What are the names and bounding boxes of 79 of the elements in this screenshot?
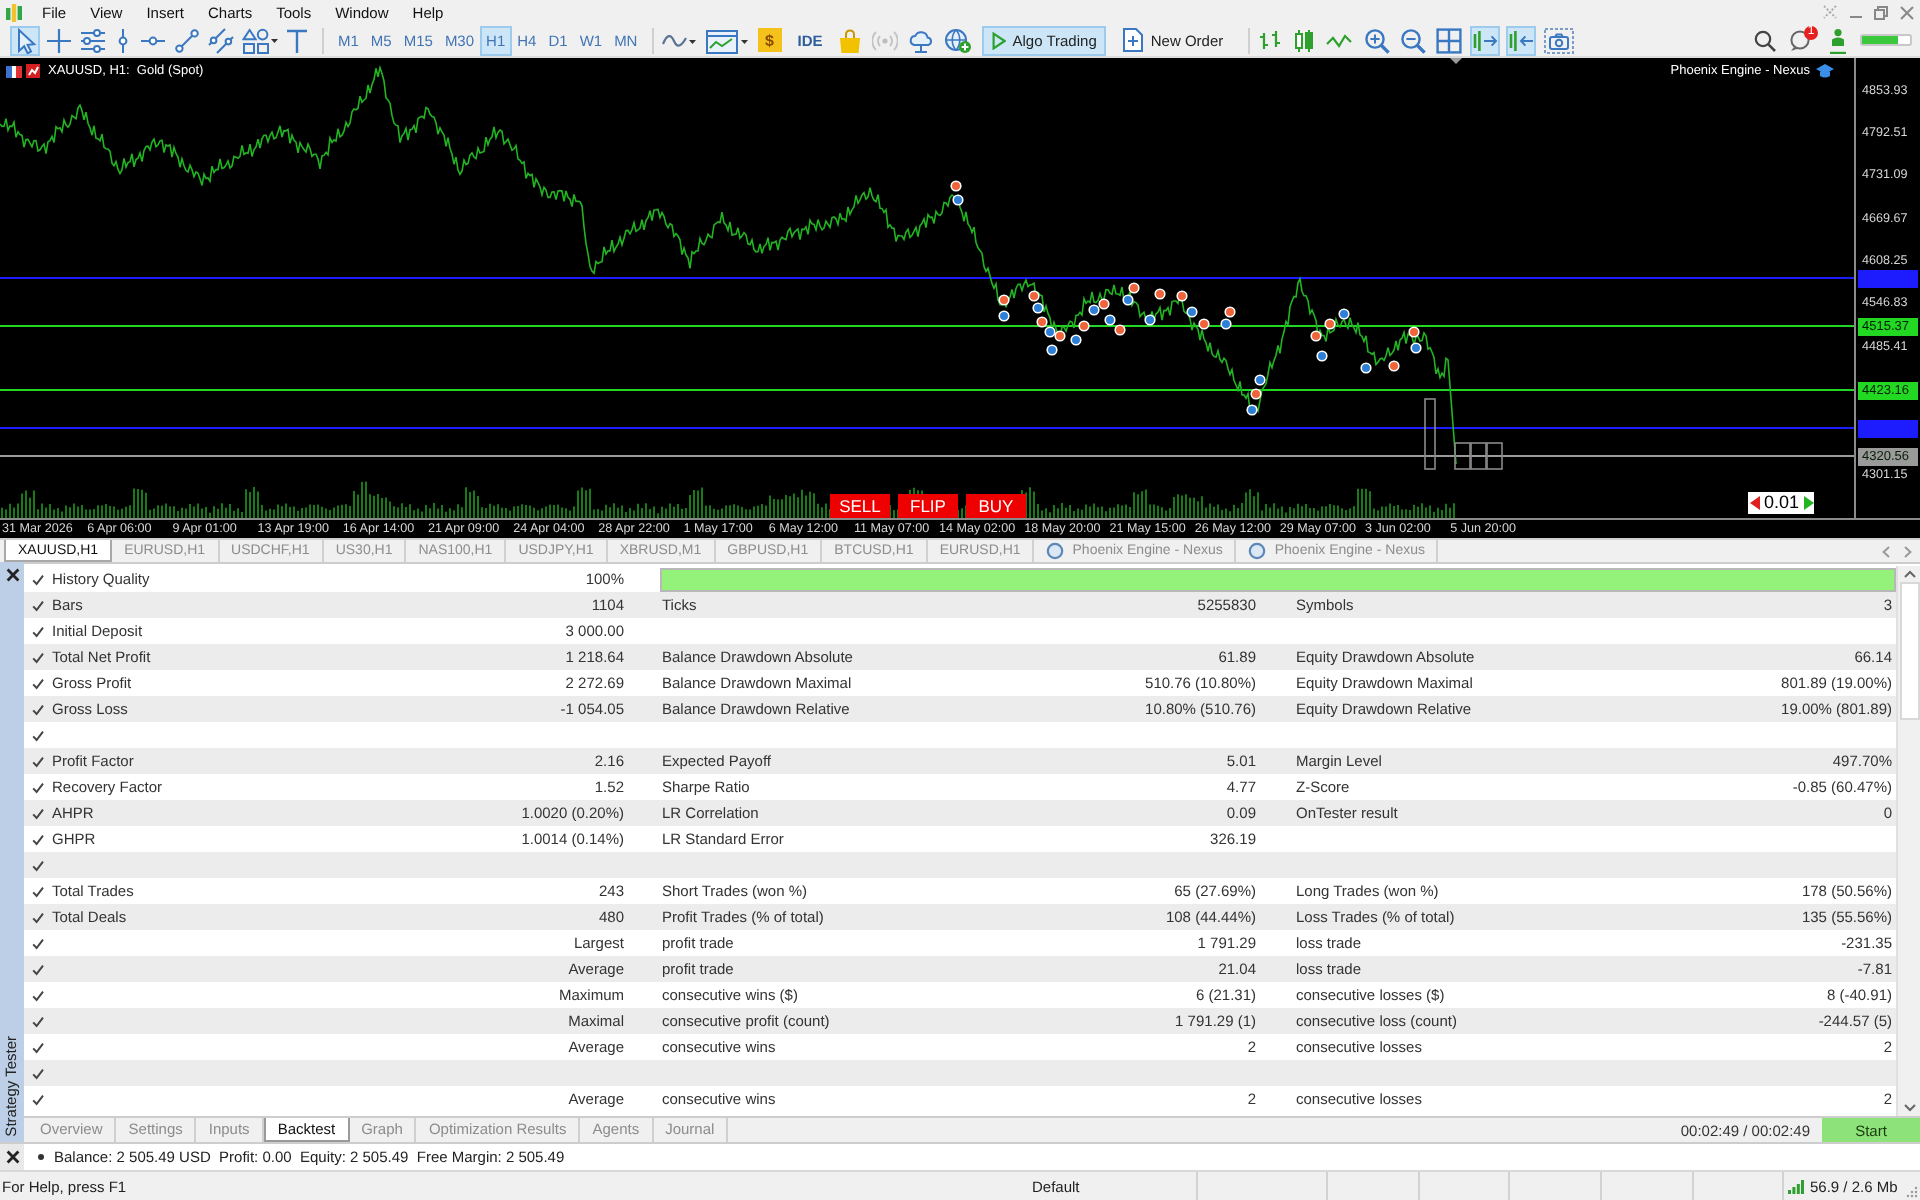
zoom-out-icon xyxy=(1399,27,1426,53)
graduation-cap-icon[interactable] xyxy=(1816,64,1834,78)
scroll-left-icon[interactable] xyxy=(1882,545,1890,557)
trade-marker-icon xyxy=(1316,350,1328,362)
trade-marker-icon xyxy=(1176,290,1188,302)
globe-icon[interactable] xyxy=(944,27,973,53)
trade-marker-icon xyxy=(1246,404,1258,416)
signal-bars-icon xyxy=(1788,1179,1804,1193)
crosshair-icon xyxy=(46,27,72,53)
channel-icon xyxy=(208,27,234,53)
vertical-line-icon xyxy=(114,27,132,53)
crosshair-tool-button[interactable] xyxy=(44,25,74,55)
trade-button[interactable]: SELL xyxy=(830,494,890,518)
grid-icon xyxy=(1435,27,1462,53)
trend-line-tool-button[interactable] xyxy=(172,25,202,55)
trade-button[interactable]: BUY xyxy=(966,494,1026,518)
lot-size-field[interactable]: 0.01 xyxy=(1748,492,1814,514)
scroll-down-icon[interactable] xyxy=(1903,1104,1915,1112)
chart-icon xyxy=(26,64,40,78)
resize-grip-icon[interactable] xyxy=(1906,1186,1918,1198)
grid-button[interactable] xyxy=(1433,25,1464,55)
trade-marker-icon xyxy=(1408,326,1420,338)
trade-marker-icon xyxy=(1388,360,1400,372)
trade-marker-icon xyxy=(998,294,1010,306)
zoom-out-button[interactable] xyxy=(1397,25,1428,55)
chart-window-icon[interactable] xyxy=(705,27,748,53)
close-icon[interactable] xyxy=(5,568,19,582)
camera-icon xyxy=(1543,27,1574,53)
scrollbar-thumb[interactable] xyxy=(1899,582,1919,720)
text-icon xyxy=(286,27,308,53)
ring-icon xyxy=(1046,542,1065,560)
flag-icon xyxy=(6,65,22,77)
zoom-in-button[interactable] xyxy=(1361,25,1392,55)
shopping-bag-icon[interactable] xyxy=(838,27,863,53)
bar-chart-icon[interactable] xyxy=(1257,27,1282,53)
cloud-icon[interactable] xyxy=(908,27,935,53)
scroll-up-icon[interactable] xyxy=(1903,570,1915,578)
search-icon[interactable] xyxy=(1754,29,1776,51)
triangle-marker-icon[interactable] xyxy=(1450,58,1462,64)
bars-arrow-left-icon xyxy=(1507,27,1534,53)
new-document-icon xyxy=(1122,28,1145,52)
restore-icon[interactable] xyxy=(1874,5,1888,19)
lines-tool-button[interactable] xyxy=(78,25,108,55)
outline-rect xyxy=(1454,442,1471,470)
zoom-in-icon xyxy=(1363,27,1390,53)
triangle-right-icon[interactable] xyxy=(1803,496,1814,510)
cursor-tool-button[interactable] xyxy=(10,25,40,55)
screenshot-button[interactable] xyxy=(1541,25,1576,55)
shapes-tool-button[interactable] xyxy=(240,25,280,55)
trade-marker-icon xyxy=(1360,362,1372,374)
bullet-icon xyxy=(38,1154,44,1160)
outline-rect xyxy=(1424,398,1436,470)
text-tool-button[interactable] xyxy=(284,25,310,55)
trade-marker-icon xyxy=(1144,314,1156,326)
person-icon[interactable] xyxy=(1828,27,1848,53)
meter-icon[interactable] xyxy=(1860,34,1912,46)
trend-line-icon xyxy=(174,27,200,53)
chart-shift-button[interactable] xyxy=(1505,25,1536,55)
close-icon[interactable] xyxy=(5,1150,19,1164)
outline-rect xyxy=(1470,442,1487,470)
triangle-left-icon[interactable] xyxy=(1750,496,1760,510)
app-logo-icon xyxy=(6,3,22,21)
ring-icon xyxy=(1248,542,1267,560)
trade-button[interactable]: FLIP xyxy=(898,494,958,518)
scrollbar[interactable] xyxy=(1896,566,1920,1116)
candlestick-icon[interactable] xyxy=(1291,27,1316,53)
shapes-icon xyxy=(242,27,278,53)
market-button[interactable]: $ xyxy=(757,28,782,52)
trade-marker-icon xyxy=(998,310,1010,322)
horizontal-lines-icon xyxy=(80,27,106,53)
outline-rect xyxy=(1486,442,1503,470)
trade-marker-icon xyxy=(1154,288,1166,300)
chat-icon[interactable] xyxy=(1788,29,1812,51)
trade-marker-icon xyxy=(1410,342,1422,354)
autoscroll-button[interactable] xyxy=(1469,25,1500,55)
play-icon xyxy=(992,31,1007,49)
dotted-cross-icon[interactable] xyxy=(1822,4,1838,20)
scroll-right-icon[interactable] xyxy=(1904,545,1912,557)
bars-arrow-right-icon xyxy=(1471,27,1498,53)
